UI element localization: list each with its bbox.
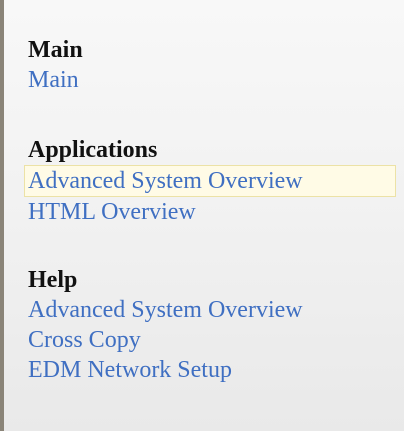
section-main: Main Main [28,36,83,95]
navigation-panel: Main Main Applications Advanced System O… [0,0,404,431]
link-main[interactable]: Main [28,65,83,95]
section-heading-help: Help [28,267,78,293]
link-advanced-system-overview-app[interactable]: Advanced System Overview [24,165,396,197]
section-heading-applications: Applications [28,137,158,163]
section-heading-main: Main [28,37,83,63]
link-cross-copy[interactable]: Cross Copy [28,325,303,355]
link-edm-network-setup[interactable]: EDM Network Setup [28,355,303,385]
section-applications: Applications Advanced System Overview HT… [24,136,396,227]
section-help: Help Advanced System Overview Cross Copy… [28,266,303,385]
link-advanced-system-overview-help[interactable]: Advanced System Overview [28,295,303,325]
link-html-overview[interactable]: HTML Overview [28,197,396,227]
